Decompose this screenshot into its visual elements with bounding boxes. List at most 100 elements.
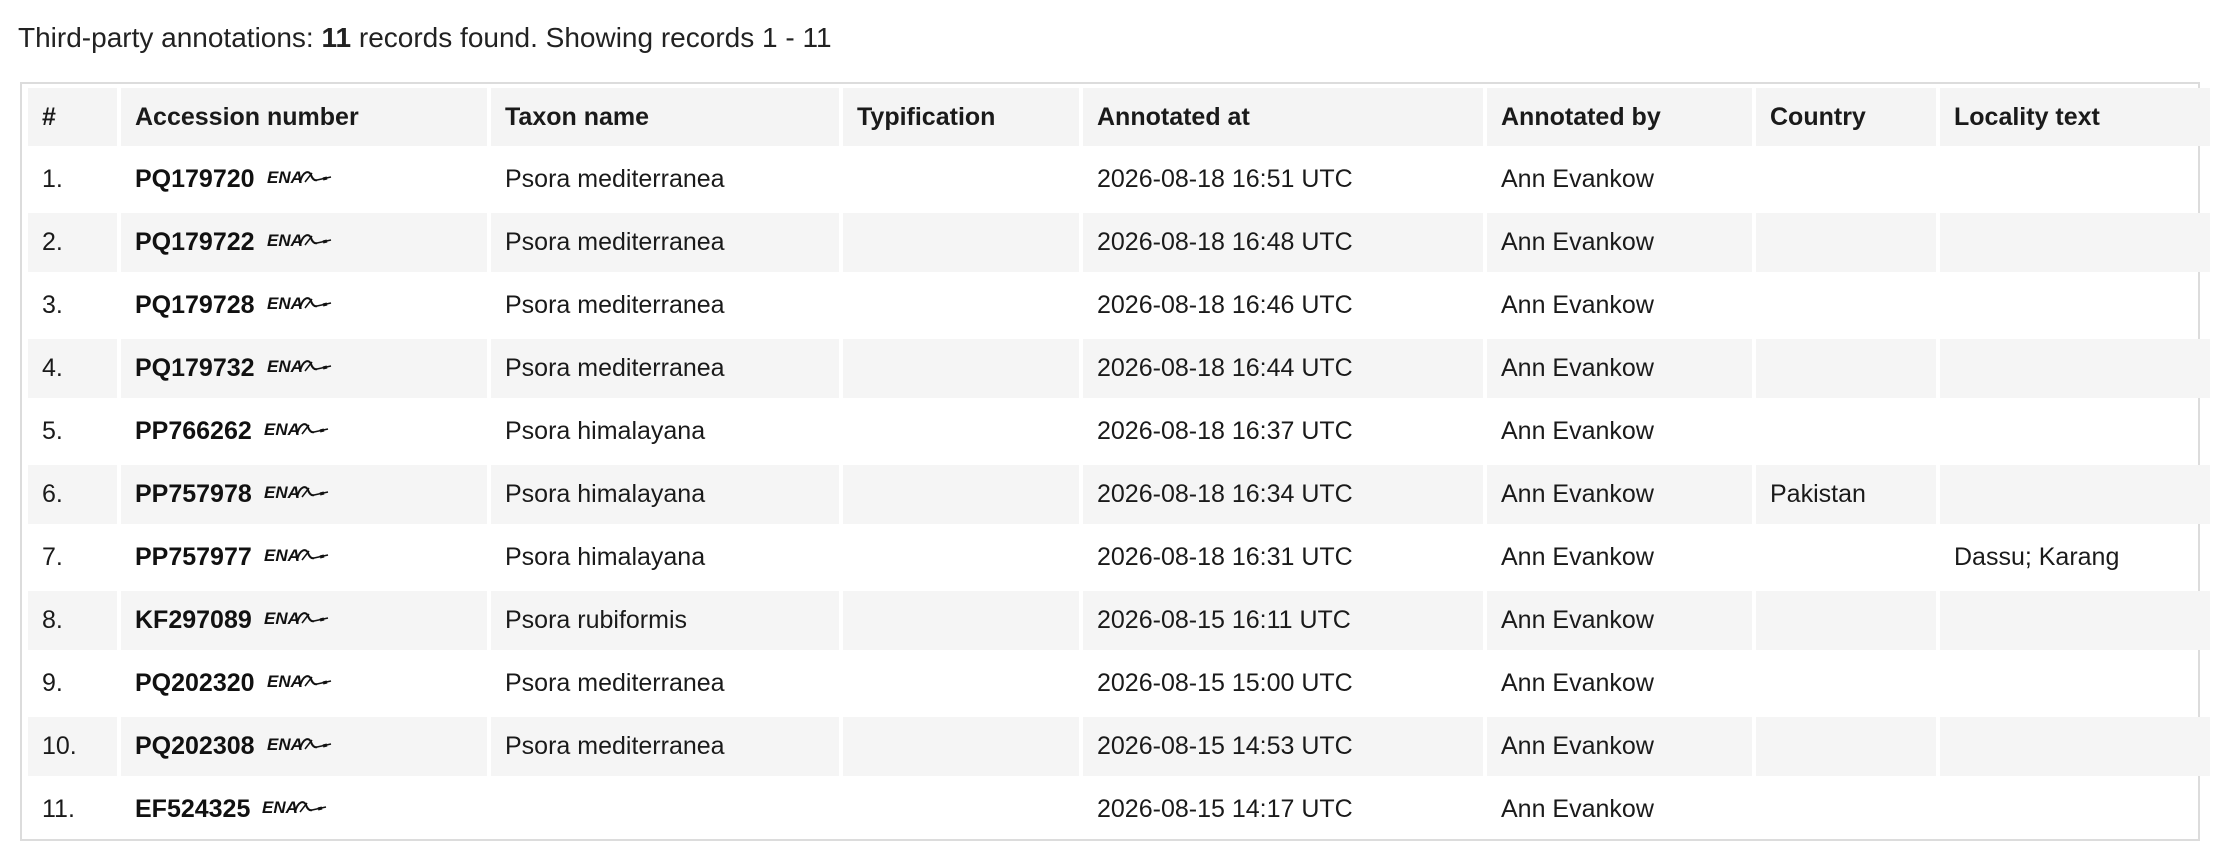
- annotated-at-cell: 2026-08-18 16:37 UTC: [1097, 417, 1353, 445]
- country-cell: [1756, 339, 1936, 398]
- accession-cell: KF297089 ENA: [121, 591, 487, 650]
- accession-link[interactable]: PQ202308: [135, 732, 255, 760]
- accession-cell: PQ179732 ENA: [121, 339, 487, 398]
- country-cell: [1756, 654, 1936, 713]
- column-header-country[interactable]: Country: [1756, 88, 1936, 146]
- table-row: 1. PQ179720 ENA Psora mediterranea 2026-0…: [28, 150, 2210, 209]
- accession-link[interactable]: PP766262: [135, 417, 252, 445]
- svg-text:ENA: ENA: [264, 546, 300, 565]
- table-row: 8. KF297089 ENA Psora rubiformis 2026-08-…: [28, 591, 2210, 650]
- accession-cell: PP757978 ENA: [121, 465, 487, 524]
- ena-logo-icon[interactable]: ENA: [267, 356, 333, 378]
- annotated-at-cell: 2026-08-15 14:17 UTC: [1097, 795, 1353, 823]
- row-number: 9.: [42, 669, 63, 697]
- table-row: 3. PQ179728 ENA Psora mediterranea 2026-0…: [28, 276, 2210, 335]
- table-row: 2. PQ179722 ENA Psora mediterranea 2026-0…: [28, 213, 2210, 272]
- annotated-by-cell: Ann Evankow: [1501, 543, 1654, 571]
- typification-cell: [843, 654, 1079, 713]
- locality-cell: [1940, 339, 2210, 398]
- column-header-typification[interactable]: Typification: [843, 88, 1079, 146]
- country-cell: [1756, 717, 1936, 776]
- row-number: 2.: [28, 213, 117, 272]
- table-body: 1. PQ179720 ENA Psora mediterranea 2026-0…: [28, 150, 2210, 839]
- locality-cell: Dassu; Karang: [1954, 543, 2120, 571]
- accession-link[interactable]: PQ179722: [135, 228, 255, 256]
- annotated-at-cell: 2026-08-15 14:53 UTC: [1083, 717, 1483, 776]
- ena-logo-icon[interactable]: ENA: [264, 608, 330, 630]
- taxon-name-cell: Psora mediterranea: [491, 339, 839, 398]
- table-row: 4. PQ179732 ENA Psora mediterranea 2026-0…: [28, 339, 2210, 398]
- country-cell: [1756, 150, 1936, 209]
- accession-cell: PQ179728 ENA: [121, 276, 487, 335]
- accession-link[interactable]: PQ179728: [135, 291, 255, 319]
- ena-logo-icon[interactable]: ENA: [267, 167, 333, 189]
- accession-link[interactable]: PQ179732: [135, 354, 255, 382]
- ena-logo-icon[interactable]: ENA: [267, 293, 333, 315]
- column-header-taxon[interactable]: Taxon name: [491, 88, 839, 146]
- accession-link[interactable]: KF297089: [135, 606, 252, 634]
- annotated-by-cell: Ann Evankow: [1501, 795, 1654, 823]
- taxon-name-cell: Psora mediterranea: [505, 669, 725, 697]
- table-row: 7. PP757977 ENA Psora himalayana 2026-08-…: [28, 528, 2210, 587]
- annotated-by-cell: Ann Evankow: [1487, 465, 1752, 524]
- svg-text:ENA: ENA: [264, 420, 300, 439]
- country-cell: [1756, 402, 1936, 461]
- column-header-accession[interactable]: Accession number: [121, 88, 487, 146]
- accession-link[interactable]: EF524325: [135, 795, 250, 823]
- typification-cell: [843, 465, 1079, 524]
- accession-link[interactable]: PQ202320: [135, 669, 255, 697]
- row-number: 4.: [28, 339, 117, 398]
- accession-cell: PP766262 ENA: [121, 402, 487, 461]
- column-header-locality[interactable]: Locality text: [1940, 88, 2210, 146]
- ena-logo-icon[interactable]: ENA: [262, 797, 328, 819]
- ena-logo-icon[interactable]: ENA: [267, 671, 333, 693]
- taxon-name-cell: [491, 780, 839, 839]
- svg-text:ENA: ENA: [267, 294, 303, 313]
- typification-cell: [843, 780, 1079, 839]
- country-cell: [1756, 780, 1936, 839]
- locality-cell: [1940, 717, 2210, 776]
- ena-logo-icon[interactable]: ENA: [264, 419, 330, 441]
- typification-cell: [843, 213, 1079, 272]
- svg-text:ENA: ENA: [267, 735, 303, 754]
- svg-text:ENA: ENA: [267, 672, 303, 691]
- annotated-by-cell: Ann Evankow: [1487, 717, 1752, 776]
- taxon-name-cell: Psora mediterranea: [491, 717, 839, 776]
- taxon-name-cell: Psora mediterranea: [491, 213, 839, 272]
- svg-text:ENA: ENA: [264, 483, 300, 502]
- table-header-row: # Accession number Taxon name Typificati…: [28, 88, 2210, 146]
- row-number: 10.: [28, 717, 117, 776]
- ena-logo-icon[interactable]: ENA: [264, 482, 330, 504]
- ena-logo-icon[interactable]: ENA: [267, 230, 333, 252]
- annotated-by-cell: Ann Evankow: [1487, 591, 1752, 650]
- table-row: 6. PP757978 ENA Psora himalayana 2026-08-…: [28, 465, 2210, 524]
- row-number: 6.: [28, 465, 117, 524]
- accession-cell: PQ179722 ENA: [121, 213, 487, 272]
- typification-cell: [843, 150, 1079, 209]
- column-header-annotated-by[interactable]: Annotated by: [1487, 88, 1752, 146]
- svg-text:ENA: ENA: [267, 168, 303, 187]
- annotated-by-cell: Ann Evankow: [1487, 213, 1752, 272]
- accession-link[interactable]: PP757978: [135, 480, 252, 508]
- column-header-annotated-at[interactable]: Annotated at: [1083, 88, 1483, 146]
- country-cell: [1756, 276, 1936, 335]
- record-count: 11: [321, 22, 352, 53]
- annotated-by-cell: Ann Evankow: [1487, 339, 1752, 398]
- accession-link[interactable]: PP757977: [135, 543, 252, 571]
- country-cell: [1756, 591, 1936, 650]
- annotations-table: # Accession number Taxon name Typificati…: [24, 84, 2214, 843]
- svg-text:ENA: ENA: [264, 609, 300, 628]
- summary-prefix: Third-party annotations:: [18, 22, 322, 53]
- row-number: 5.: [42, 417, 63, 445]
- ena-logo-icon[interactable]: ENA: [264, 545, 330, 567]
- typification-cell: [843, 276, 1079, 335]
- typification-cell: [843, 402, 1079, 461]
- accession-link[interactable]: PQ179720: [135, 165, 255, 193]
- accession-cell: PQ202308 ENA: [121, 717, 487, 776]
- ena-logo-icon[interactable]: ENA: [267, 734, 333, 756]
- accession-cell: PQ202320 ENA: [121, 654, 487, 713]
- table-row: 9. PQ202320 ENA Psora mediterranea 2026-0…: [28, 654, 2210, 713]
- annotated-by-cell: Ann Evankow: [1501, 165, 1654, 193]
- taxon-name-cell: Psora rubiformis: [491, 591, 839, 650]
- annotated-at-cell: 2026-08-15 16:11 UTC: [1083, 591, 1483, 650]
